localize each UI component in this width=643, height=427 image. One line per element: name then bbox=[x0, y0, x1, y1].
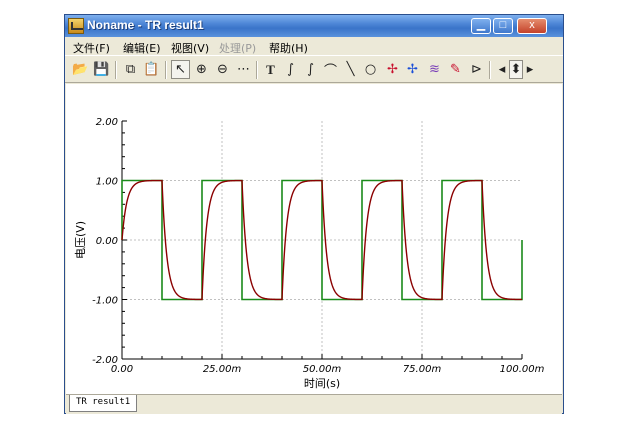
toolbar-separator bbox=[115, 61, 117, 79]
toolbar: 📂 💾 ⧉ 📋 ↖ ⊕ ⊖ ⋯ T ∫ ∫ ⌒ ╲ ○ ✢ ✢ ≋ ✎ ⊳ ◂ … bbox=[65, 55, 563, 83]
waveform-chart[interactable]: 2.001.000.00-1.00-2.000.00 25.00m 50.00m 75… bbox=[66, 84, 562, 394]
window-title: Noname - TR result1 bbox=[87, 18, 204, 32]
label-curve-3-icon[interactable]: ⌒ bbox=[321, 60, 340, 79]
x-axis-title: 时间(s) bbox=[304, 377, 340, 390]
text-icon[interactable]: T bbox=[261, 60, 280, 79]
arrow-right-icon[interactable]: ▸ bbox=[523, 60, 537, 79]
save-icon[interactable]: 💾 bbox=[92, 60, 111, 79]
zoom-out-icon[interactable]: ⊖ bbox=[213, 60, 232, 79]
x-tick-label: 0.00 bbox=[111, 364, 133, 375]
cursor-a-icon[interactable]: ✢ bbox=[383, 60, 402, 79]
line-icon[interactable]: ╲ bbox=[341, 60, 360, 79]
plot-area[interactable]: 2.00 1.00 0.00 -1.00 -2.00 0.00 25.00m 50.00m 75… bbox=[66, 84, 562, 394]
maximize-button[interactable]: □ bbox=[493, 18, 513, 34]
y-tick-label: 1.00 bbox=[96, 177, 118, 188]
y-tick-label: 0.00 bbox=[96, 236, 118, 247]
waveform-add-icon[interactable]: ≋ bbox=[425, 60, 444, 79]
arrow-left-icon[interactable]: ◂ bbox=[495, 60, 509, 79]
x-tick-label: 25.00m bbox=[203, 364, 242, 375]
menu-file[interactable]: 文件(F) bbox=[73, 40, 110, 56]
label-curve-icon[interactable]: ∫ bbox=[281, 60, 300, 79]
label-curve-2-icon[interactable]: ∫ bbox=[301, 60, 320, 79]
open-folder-icon[interactable]: 📂 bbox=[71, 60, 90, 79]
x-tick-label: 50.00m bbox=[303, 364, 342, 375]
pointer-icon[interactable]: ↖ bbox=[171, 60, 190, 79]
x-tick-label: 75.00m bbox=[403, 364, 442, 375]
toolbar-separator bbox=[256, 61, 258, 79]
menu-edit[interactable]: 编辑(E) bbox=[123, 40, 161, 56]
y-tick-label: 2.00 bbox=[96, 117, 118, 128]
paste-icon[interactable]: 📋 bbox=[142, 60, 161, 79]
toolbar-separator bbox=[489, 61, 491, 79]
y-tick-label: -1.00 bbox=[92, 296, 118, 307]
cursor-b-icon[interactable]: ✢ bbox=[403, 60, 422, 79]
x-tick-label: 100.00m bbox=[500, 364, 545, 375]
marker-icon[interactable]: ⊳ bbox=[467, 60, 486, 79]
menu-bar: 文件(F) 编辑(E) 视图(V) 处理(P) 帮助(H) bbox=[65, 37, 563, 55]
tab-bar: TR result1 bbox=[66, 394, 562, 414]
zoom-in-icon[interactable]: ⊕ bbox=[192, 60, 211, 79]
tab-tr-result1[interactable]: TR result1 bbox=[69, 395, 138, 412]
menu-help[interactable]: 帮助(H) bbox=[269, 40, 308, 56]
close-button[interactable]: x bbox=[517, 18, 547, 34]
app-window: Noname - TR result1 ▁ □ x 文件(F) 编辑(E) 视图… bbox=[64, 14, 564, 414]
toolbar-separator bbox=[165, 61, 167, 79]
copy-icon[interactable]: ⧉ bbox=[121, 60, 140, 79]
menu-view[interactable]: 视图(V) bbox=[171, 40, 209, 56]
grid-icon[interactable]: ⋯ bbox=[234, 60, 253, 79]
minimize-button[interactable]: ▁ bbox=[471, 18, 491, 34]
circle-icon[interactable]: ○ bbox=[361, 60, 380, 79]
title-bar[interactable]: Noname - TR result1 ▁ □ x bbox=[65, 15, 563, 37]
y-axis-title: 电压(V) bbox=[74, 221, 87, 259]
arrow-updown-icon[interactable]: ⬍ bbox=[509, 60, 523, 79]
app-icon bbox=[68, 18, 84, 34]
pen-icon[interactable]: ✎ bbox=[446, 60, 465, 79]
menu-process[interactable]: 处理(P) bbox=[219, 40, 256, 56]
